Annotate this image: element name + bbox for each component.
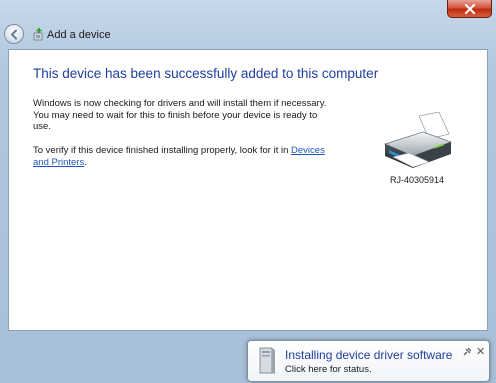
device-name: RJ-40305914: [389, 175, 445, 185]
verify-message: To verify if this device finished instal…: [33, 145, 333, 168]
verify-message-end: .: [84, 156, 87, 168]
title-bar: Add a device: [0, 0, 496, 49]
notification-close-button[interactable]: ✕: [476, 345, 485, 358]
page-heading: This device has been successfully added …: [33, 66, 379, 81]
pin-icon[interactable]: [462, 347, 472, 357]
wizard-content-pane: This device has been successfully added …: [8, 49, 488, 331]
add-device-icon: [33, 28, 43, 41]
add-device-window: Add a device This device has been succes…: [0, 0, 496, 383]
driver-check-message: Windows is now checking for drivers and …: [33, 98, 327, 132]
back-button[interactable]: [4, 24, 24, 44]
printer-icon: [383, 112, 453, 168]
driver-install-notification[interactable]: Installing device driver software Click …: [247, 340, 490, 382]
wizard-title: Add a device: [47, 29, 111, 41]
back-arrow-icon: [11, 29, 17, 40]
close-icon: [464, 4, 476, 14]
notification-subtitle: Click here for status.: [285, 364, 372, 375]
window-close-button[interactable]: [447, 0, 492, 18]
notification-title: Installing device driver software: [285, 348, 453, 362]
verify-message-text: To verify if this device finished instal…: [33, 145, 289, 156]
driver-install-icon: [259, 347, 275, 374]
